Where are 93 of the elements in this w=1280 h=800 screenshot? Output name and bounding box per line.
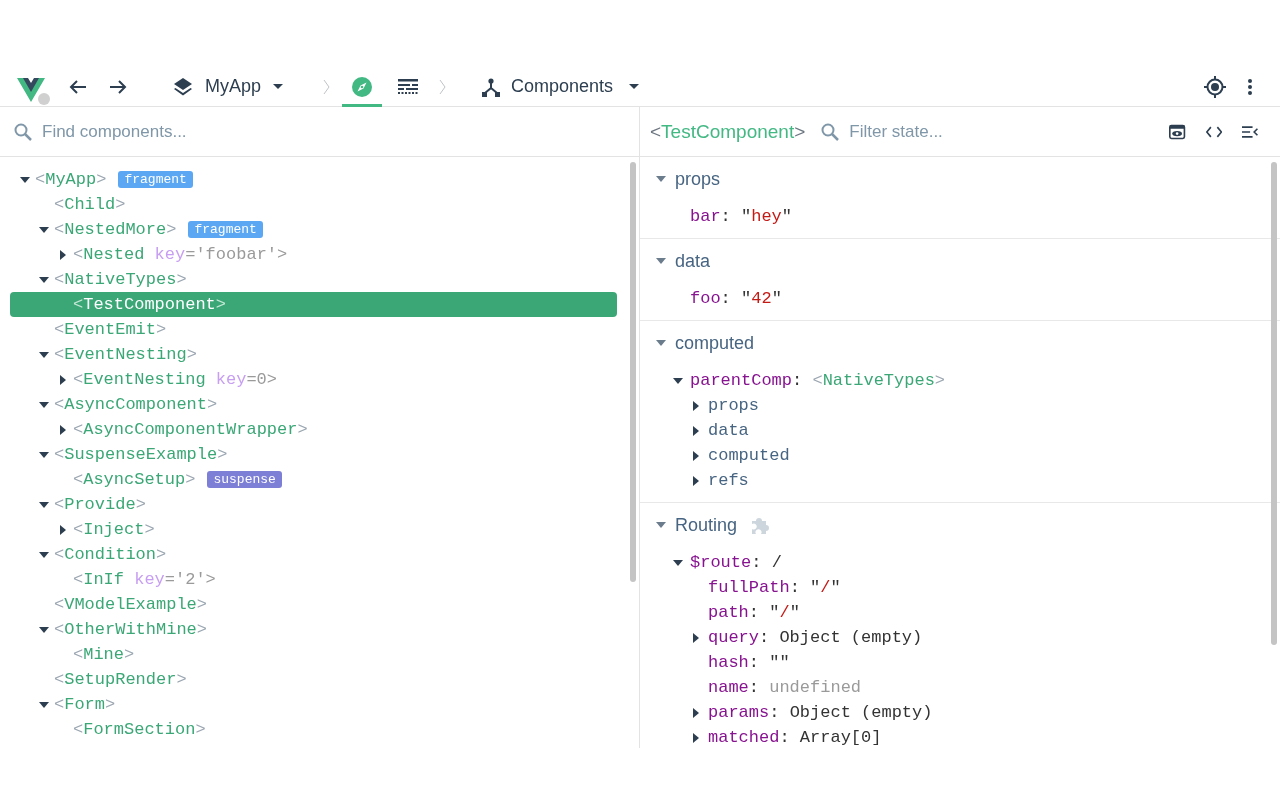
caret-icon bbox=[273, 83, 284, 90]
section-header[interactable]: data bbox=[640, 249, 1280, 273]
tree-node[interactable]: <NestedMore> fragment bbox=[10, 217, 617, 242]
eye-icon[interactable] bbox=[1169, 122, 1186, 141]
scrollbar-thumb[interactable] bbox=[630, 162, 636, 582]
expand-arrow-icon[interactable] bbox=[58, 424, 68, 435]
tree-node[interactable]: <Inject> bbox=[10, 517, 617, 542]
collapse-arrow-icon[interactable] bbox=[673, 375, 683, 386]
property-row[interactable]: params: Object (empty) bbox=[640, 700, 1280, 725]
property-row[interactable]: data bbox=[640, 418, 1280, 443]
tree-node[interactable]: <MyApp> fragment bbox=[10, 167, 617, 192]
collapse-arrow-icon[interactable] bbox=[39, 549, 49, 560]
chevron-icon bbox=[323, 78, 332, 95]
expand-arrow-icon[interactable] bbox=[691, 450, 701, 461]
tree-node[interactable]: <Form> bbox=[10, 692, 617, 717]
property-row-text: foo: "42" bbox=[689, 288, 783, 310]
collapse-arrow-icon[interactable] bbox=[39, 399, 49, 410]
tree-node[interactable]: <NativeTypes> bbox=[10, 267, 617, 292]
collapse-arrow-icon[interactable] bbox=[39, 499, 49, 510]
tree-node[interactable]: <Child> bbox=[10, 192, 617, 217]
tree-node[interactable]: <SuspenseExample> bbox=[10, 442, 617, 467]
puzzle-icon bbox=[750, 515, 771, 535]
tree-node[interactable]: <SetupRender> bbox=[10, 667, 617, 692]
tree-node[interactable]: <AsyncComponent> bbox=[10, 392, 617, 417]
component-badge: suspense bbox=[207, 471, 282, 488]
tree-node[interactable]: <EventNesting key=0> bbox=[10, 367, 617, 392]
property-row-text: bar: "hey" bbox=[689, 206, 794, 228]
expand-arrow-icon[interactable] bbox=[691, 632, 701, 643]
search-icon bbox=[821, 122, 840, 141]
more-icon[interactable] bbox=[1248, 78, 1252, 95]
collapse-arrow-icon[interactable] bbox=[39, 699, 49, 710]
tree-node[interactable]: <EventNesting> bbox=[10, 342, 617, 367]
collapse-arrow-icon[interactable] bbox=[39, 224, 49, 235]
tree-node[interactable]: <OtherWithMine> bbox=[10, 617, 617, 642]
filter-field[interactable]: Filter state... bbox=[849, 121, 1150, 142]
hierarchy-icon bbox=[481, 76, 502, 97]
app-selector[interactable]: MyApp bbox=[165, 66, 292, 107]
property-row[interactable]: props bbox=[640, 393, 1280, 418]
tree-node[interactable]: <Nested key='foobar'> bbox=[10, 242, 617, 267]
tree-node[interactable]: <EventEmit> bbox=[10, 317, 617, 342]
section-header[interactable]: Routing bbox=[640, 513, 1280, 537]
property-row-text: name: undefined bbox=[707, 677, 863, 699]
section-header[interactable]: props bbox=[640, 167, 1280, 191]
component-badge: fragment bbox=[188, 221, 263, 238]
tree-node[interactable]: <VModelExample> bbox=[10, 592, 617, 617]
tree-node[interactable]: <Provide> bbox=[10, 492, 617, 517]
collapse-arrow-icon[interactable] bbox=[673, 557, 683, 568]
caret-icon bbox=[629, 83, 640, 90]
property-row[interactable]: $route: / bbox=[640, 550, 1280, 575]
property-row[interactable]: query: Object (empty) bbox=[640, 625, 1280, 650]
tree-node[interactable]: <TestComponent> bbox=[10, 292, 617, 317]
tree-node[interactable]: <InIf key='2'> bbox=[10, 567, 617, 592]
expand-arrow-icon[interactable] bbox=[691, 475, 701, 486]
tree-node[interactable]: <FormSection> bbox=[10, 717, 617, 742]
expand-arrow-icon[interactable] bbox=[58, 249, 68, 260]
target-icon[interactable] bbox=[1204, 75, 1226, 98]
property-row[interactable]: computed bbox=[640, 443, 1280, 468]
property-row[interactable]: parentComp: <NativeTypes> bbox=[640, 368, 1280, 393]
property-row-text: hash: "" bbox=[707, 652, 791, 674]
expand-arrow-icon[interactable] bbox=[691, 732, 701, 743]
tree-node[interactable]: <Condition> bbox=[10, 542, 617, 567]
property-row-text: fullPath: "/" bbox=[707, 577, 842, 599]
compass-icon bbox=[352, 76, 373, 97]
search-field[interactable]: Find components... bbox=[42, 121, 342, 142]
collapse-arrow-icon[interactable] bbox=[39, 624, 49, 635]
section-header[interactable]: computed bbox=[640, 331, 1280, 355]
collapse-list-icon[interactable] bbox=[1241, 124, 1258, 139]
forward-arrow-icon[interactable] bbox=[109, 78, 127, 95]
layers-icon bbox=[173, 76, 193, 97]
expand-arrow-icon[interactable] bbox=[58, 524, 68, 535]
code-icon[interactable] bbox=[1205, 124, 1222, 139]
collapse-arrow-icon[interactable] bbox=[20, 174, 30, 185]
tree-node[interactable]: <AsyncComponentWrapper> bbox=[10, 417, 617, 442]
expand-arrow-icon[interactable] bbox=[691, 707, 701, 718]
collapse-arrow-icon[interactable] bbox=[39, 274, 49, 285]
component-badge: fragment bbox=[118, 171, 193, 188]
property-row[interactable]: matched: Array[0] bbox=[640, 725, 1280, 748]
components-selector[interactable]: Components bbox=[473, 66, 648, 107]
chevron-icon bbox=[439, 78, 448, 95]
property-row-text: path: "/" bbox=[707, 602, 801, 624]
property-row[interactable]: refs bbox=[640, 468, 1280, 493]
component-title: <TestComponent> bbox=[650, 120, 806, 143]
tree-node[interactable]: <Mine> bbox=[10, 642, 617, 667]
collapse-arrow-icon[interactable] bbox=[39, 349, 49, 360]
timeline-icon bbox=[398, 78, 419, 95]
expand-arrow-icon[interactable] bbox=[58, 374, 68, 385]
tree-node[interactable]: <AsyncSetup> suspense bbox=[10, 467, 617, 492]
scrollbar-thumb[interactable] bbox=[1271, 162, 1277, 645]
expand-arrow-icon[interactable] bbox=[691, 425, 701, 436]
search-icon bbox=[14, 122, 32, 141]
expand-arrow-icon[interactable] bbox=[691, 400, 701, 411]
collapse-arrow-icon[interactable] bbox=[39, 449, 49, 460]
back-arrow-icon[interactable] bbox=[69, 78, 87, 95]
